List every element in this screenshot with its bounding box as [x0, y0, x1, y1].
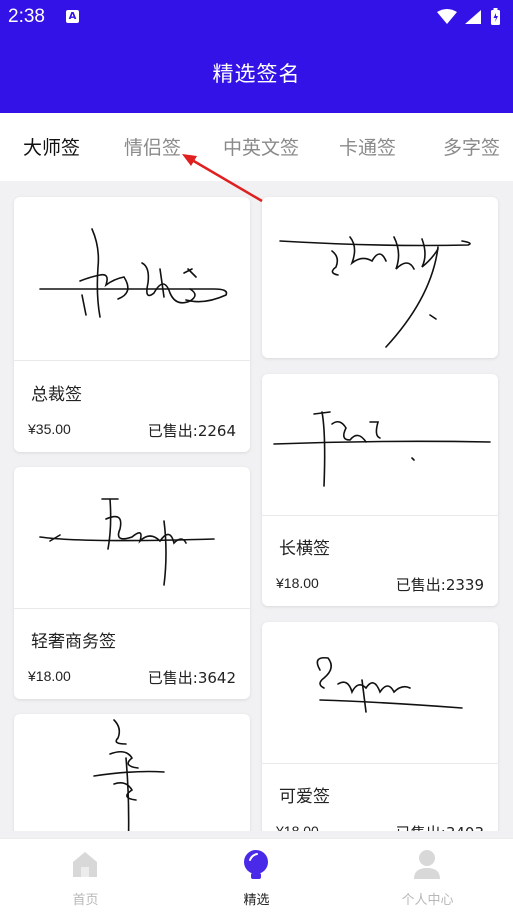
signature-feed[interactable]: 总裁签 ¥35.00 已售出:2264 轻奢商务签 ¥18.00 已售出:364…	[0, 181, 513, 831]
signal-icon	[465, 10, 481, 24]
tab-multi-character[interactable]: 多字签	[443, 133, 500, 160]
system-status-icons	[437, 8, 500, 25]
card-title: 轻奢商务签	[31, 632, 116, 652]
card-sold-count: 已售出:3642	[147, 669, 236, 687]
signature-image	[14, 197, 250, 361]
signature-image	[14, 467, 250, 609]
card-sold-count: 已售出:3403	[396, 822, 484, 831]
nav-featured[interactable]: 精选	[171, 839, 342, 914]
signature-card[interactable]	[14, 714, 250, 831]
signature-card[interactable]: 总裁签 ¥35.00 已售出:2264	[14, 197, 250, 452]
card-price: ¥18.00	[276, 823, 319, 831]
nav-profile-label: 个人中心	[401, 893, 454, 908]
signature-card[interactable]: 轻奢商务签 ¥18.00 已售出:3642	[14, 467, 250, 699]
card-title: 长横签	[279, 539, 330, 559]
card-price: ¥18.00	[28, 668, 71, 684]
signature-card[interactable]	[262, 197, 498, 358]
card-price: ¥35.00	[28, 421, 71, 437]
card-title: 可爱签	[279, 787, 330, 807]
card-title: 总裁签	[31, 385, 82, 405]
tab-chinese-english[interactable]: 中英文签	[223, 133, 299, 160]
nav-home[interactable]: 首页	[0, 839, 171, 914]
page-title: 精选签名	[212, 62, 301, 86]
tab-cartoon[interactable]: 卡通签	[339, 133, 396, 160]
tab-master[interactable]: 大师签	[23, 133, 80, 160]
card-sold-count: 已售出:2264	[147, 422, 236, 440]
app-header: 精选签名	[0, 34, 513, 113]
status-time: 2:38	[8, 6, 45, 27]
signature-card[interactable]: 可爱签 ¥18.00 已售出:3403	[262, 622, 498, 831]
signature-card[interactable]: 长横签 ¥18.00 已售出:2339	[262, 374, 498, 606]
signature-image	[262, 622, 498, 764]
signature-image	[262, 197, 498, 358]
status-bar: 2:38 A	[0, 0, 513, 34]
card-sold-count: 已售出:2339	[395, 576, 484, 594]
nav-home-label: 首页	[72, 893, 99, 908]
signature-image	[14, 714, 250, 831]
notification-a-icon: A	[66, 10, 79, 23]
nav-profile[interactable]: 个人中心	[342, 839, 513, 914]
bulb-icon	[244, 850, 268, 879]
card-price: ¥18.00	[276, 575, 319, 591]
person-icon	[414, 850, 440, 879]
tab-couple[interactable]: 情侣签	[124, 133, 181, 160]
signature-image	[262, 374, 498, 516]
bottom-nav: 首页 精选 个人中心	[0, 838, 513, 914]
home-icon	[73, 852, 97, 877]
category-tabs: 大师签 情侣签 中英文签 卡通签 多字签	[0, 113, 513, 181]
nav-featured-label: 精选	[243, 893, 270, 908]
wifi-icon	[437, 9, 457, 24]
